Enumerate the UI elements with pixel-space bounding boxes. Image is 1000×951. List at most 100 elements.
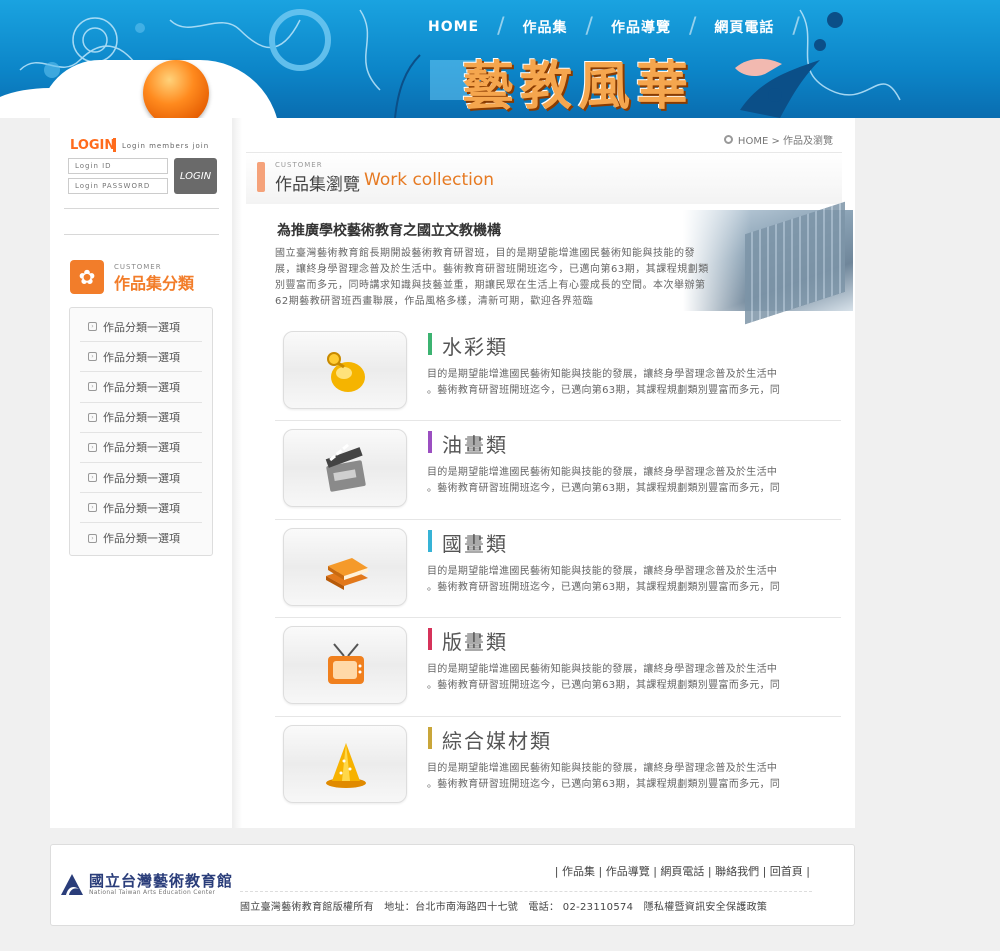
work-description: 目的是期望能增進國民藝術知能與技能的發展，讓終身學習理念普及於生活中 。藝術教育… [427, 367, 827, 399]
site-title: 藝教風華 [462, 56, 695, 117]
flower-icon: ✿ [70, 260, 104, 294]
arrow-right-icon: › [88, 382, 97, 392]
category-label: 作品分類一選項 [103, 350, 180, 364]
category-list-box: › 作品分類一選項 › 作品分類一選項 › 作品分類一選項 › 作品分類一選項 › 作品分… [69, 307, 213, 556]
intro-body: 國立臺灣藝術教育館長期開設藝術教育研習班，目的是期望能增進國民藝術知能與技能的發… [275, 248, 709, 307]
category-item[interactable]: › 作品分類一選項 [80, 433, 202, 463]
work-item[interactable]: 綜合媒材類 目的是期望能增進國民藝術知能與技能的發展，讓終身學習理念普及於生活中… [275, 717, 841, 815]
category-item[interactable]: › 作品分類一選項 [80, 312, 202, 343]
nav-web-phone[interactable]: 網頁電話 [696, 17, 792, 37]
nav-home[interactable]: HOME [410, 19, 497, 35]
category-label: 作品分類一選項 [103, 471, 180, 485]
work-name[interactable]: 綜合媒材類 [442, 725, 552, 754]
main-panel: LOGIN Login members join LOGIN ✿ CUSTOME… [50, 118, 855, 828]
nav-separator: / [497, 14, 505, 39]
circle-icon [723, 135, 733, 144]
arrow-right-icon: › [88, 352, 97, 362]
nav-separator: / [792, 14, 800, 39]
login-title: LOGIN [70, 138, 116, 153]
arrow-right-icon: › [88, 533, 97, 543]
arrow-right-icon: › [88, 473, 97, 483]
breadcrumb: HOME > 作品及瀏覽 [723, 132, 833, 147]
site-footer: 國立台灣藝術教育館 National Taiwan Arts Education… [50, 844, 855, 926]
footer-copyright: 國立臺灣藝術教育館版權所有 地址：台北市南海路四十七號 電話： 02-23110… [240, 891, 812, 913]
work-description: 目的是期望能增進國民藝術知能與技能的發展，讓終身學習理念普及於生活中 。藝術教育… [427, 465, 827, 497]
category-item[interactable]: › 作品分類一選項 [80, 493, 202, 524]
cone-icon [326, 742, 366, 788]
logo-text: 國立台灣藝術教育館 [89, 871, 234, 890]
category-label: 作品分類一選項 [103, 501, 180, 515]
description-line: 目的是期望能增進國民藝術知能與技能的發展，讓終身學習理念普及於生活中 [427, 664, 778, 676]
page-heading: CUSTOMER 作品集瀏覽 Work collection [246, 152, 842, 204]
login-button[interactable]: LOGIN [174, 158, 217, 194]
intro-section: 為推廣學校藝術教育之國立文教機構 國立臺灣藝術教育館長期開設藝術教育研習班，目的… [275, 201, 853, 325]
description-line: 目的是期望能增進國民藝術知能與技能的發展，讓終身學習理念普及於生活中 [427, 467, 778, 479]
glass-facade [745, 201, 845, 325]
category-color-bar [428, 431, 432, 454]
heading-accent-bar [257, 162, 265, 192]
login-title-bar [113, 138, 116, 152]
divider [64, 234, 219, 235]
tv-icon [328, 643, 364, 685]
page-title-en: Work collection [364, 170, 495, 190]
books-icon [326, 557, 368, 590]
column-divider [232, 118, 242, 828]
work-name[interactable]: 版畫類 [442, 626, 508, 655]
footer-links[interactable]: | 作品集 | 作品導覽 | 網頁電話 | 聯絡我們 | 回首頁 | [555, 863, 810, 879]
works-list: 水彩類 目的是期望能增進國民藝術知能與技能的發展，讓終身學習理念普及於生活中 。… [275, 323, 841, 815]
orange-orb [143, 60, 209, 118]
category-list: › 作品分類一選項 › 作品分類一選項 › 作品分類一選項 › 作品分類一選項 › 作品分… [70, 308, 212, 554]
work-item[interactable]: 國畫類 目的是期望能增進國民藝術知能與技能的發展，讓終身學習理念普及於生活中 。… [275, 520, 841, 619]
login-password-input[interactable] [68, 178, 168, 194]
work-thumbnail[interactable] [283, 331, 407, 409]
page-title-zh: 作品集瀏覽 [275, 175, 360, 195]
login-id-input[interactable] [68, 158, 168, 174]
category-label: 作品分類一選項 [103, 532, 180, 546]
category-label: 作品分類一選項 [103, 320, 180, 334]
category-color-bar [428, 628, 432, 651]
arrow-right-icon: › [88, 322, 97, 332]
work-name[interactable]: 國畫類 [442, 528, 508, 557]
description-line: 。藝術教育研習班開班迄今，已邁向第63期，其課程規劃類別豐富而多元，同 [427, 385, 781, 396]
category-color-bar [428, 529, 432, 552]
top-navigation: HOME / 作品集 / 作品導覽 / 網頁電話 / [410, 14, 800, 39]
description-line: 。藝術教育研習班開班迄今，已邁向第63期，其課程規劃類別豐富而多元，同 [427, 680, 781, 692]
description-line: 目的是期望能增進國民藝術知能與技能的發展，讓終身學習理念普及於生活中 [427, 369, 778, 380]
bell-icon [327, 352, 365, 392]
logo-subtext: National Taiwan Arts Education Center [89, 888, 216, 896]
login-subtitle: Login members join [122, 142, 210, 150]
arrow-right-icon: › [88, 442, 97, 452]
work-item[interactable]: 水彩類 目的是期望能增進國民藝術知能與技能的發展，讓終身學習理念普及於生活中 。… [275, 323, 841, 422]
category-label: 作品分類一選項 [103, 441, 180, 455]
work-item[interactable]: 油畫類 目的是期望能增進國民藝術知能與技能的發展，讓終身學習理念普及於生活中 。… [275, 421, 841, 520]
work-name[interactable]: 油畫類 [442, 429, 508, 458]
work-thumbnail[interactable] [283, 429, 407, 508]
nav-portfolio[interactable]: 作品集 [505, 17, 586, 37]
intro-title: 為推廣學校藝術教育之國立文教機構 [277, 223, 501, 239]
category-item[interactable]: › 作品分類一選項 [80, 403, 202, 433]
description-line: 目的是期望能增進國民藝術知能與技能的發展，讓終身學習理念普及於生活中 [427, 762, 778, 774]
description-line: 。藝術教育研習班開班迄今，已邁向第63期，其課程規劃類別豐富而多元，同 [427, 581, 781, 593]
description-line: 目的是期望能增進國民藝術知能與技能的發展，讓終身學習理念普及於生活中 [427, 565, 778, 577]
site-header: HOME / 作品集 / 作品導覽 / 網頁電話 / 藝教風華 [0, 0, 1000, 118]
category-item[interactable]: › 作品分類一選項 [80, 523, 202, 553]
work-description: 目的是期望能增進國民藝術知能與技能的發展，讓終身學習理念普及於生活中 。藝術教育… [427, 761, 827, 793]
category-color-bar [428, 726, 432, 749]
nav-separator: / [688, 14, 697, 39]
footer-logo[interactable]: 國立台灣藝術教育館 National Taiwan Arts Education… [59, 871, 233, 897]
category-item[interactable]: › 作品分類一選項 [80, 342, 202, 373]
categories-title: 作品集分類 [114, 274, 195, 293]
arrow-right-icon: › [88, 503, 97, 513]
work-description: 目的是期望能增進國民藝術知能與技能的發展，讓終身學習理念普及於生活中 。藝術教育… [427, 564, 827, 596]
category-item[interactable]: › 作品分類一選項 [80, 463, 202, 494]
work-item[interactable]: 版畫類 目的是期望能增進國民藝術知能與技能的發展，讓終身學習理念普及於生活中 。… [275, 618, 841, 717]
nav-guide[interactable]: 作品導覽 [593, 17, 689, 37]
work-name[interactable]: 水彩類 [442, 331, 508, 360]
category-item[interactable]: › 作品分類一選項 [80, 372, 202, 403]
work-thumbnail[interactable] [283, 724, 407, 803]
breadcrumb-text[interactable]: HOME > 作品及瀏覽 [738, 132, 833, 147]
work-thumbnail[interactable] [283, 626, 407, 705]
category-label: 作品分類一選項 [103, 380, 180, 394]
category-color-bar [428, 333, 432, 355]
work-thumbnail[interactable] [283, 527, 407, 606]
